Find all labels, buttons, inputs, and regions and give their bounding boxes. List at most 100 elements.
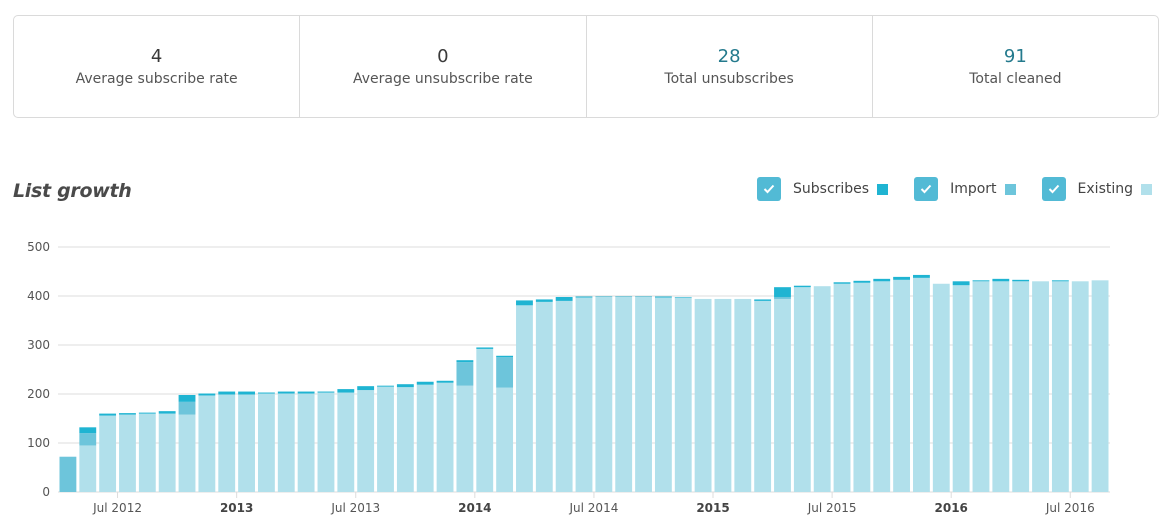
bar-subscribes[interactable] — [377, 386, 394, 387]
stat-value[interactable]: 91 — [1004, 46, 1027, 68]
bar-existing[interactable] — [456, 386, 473, 492]
bar-subscribes[interactable] — [893, 277, 910, 280]
bar-existing[interactable] — [913, 278, 930, 492]
bar-existing[interactable] — [953, 285, 970, 492]
bar-existing[interactable] — [119, 415, 136, 492]
bar-existing[interactable] — [814, 286, 831, 492]
bar-existing[interactable] — [139, 414, 156, 492]
bar-existing[interactable] — [337, 393, 354, 492]
bar-import[interactable] — [496, 357, 513, 387]
bar-import[interactable] — [456, 362, 473, 386]
bar-subscribes[interactable] — [417, 382, 434, 385]
legend-import[interactable]: Import — [914, 177, 1015, 201]
bar-existing[interactable] — [516, 305, 533, 492]
bar-existing[interactable] — [1052, 281, 1069, 492]
bar-existing[interactable] — [496, 388, 513, 492]
bar-subscribes[interactable] — [794, 286, 811, 287]
bar-subscribes[interactable] — [179, 395, 196, 402]
bar-existing[interactable] — [754, 301, 771, 492]
bar-import[interactable] — [79, 433, 96, 445]
bar-subscribes[interactable] — [337, 389, 354, 392]
bar-existing[interactable] — [278, 394, 295, 492]
bar-existing[interactable] — [159, 414, 176, 492]
bar-subscribes[interactable] — [357, 386, 374, 390]
bar-subscribes[interactable] — [278, 392, 295, 394]
bar-subscribes[interactable] — [437, 381, 454, 383]
bar-subscribes[interactable] — [238, 392, 255, 395]
bar-existing[interactable] — [853, 283, 870, 492]
bar-existing[interactable] — [397, 387, 414, 492]
bar-subscribes[interactable] — [159, 411, 176, 413]
bar-subscribes[interactable] — [853, 281, 870, 283]
bar-subscribes[interactable] — [536, 299, 553, 301]
bar-subscribes[interactable] — [198, 394, 215, 396]
bar-existing[interactable] — [99, 416, 116, 492]
bar-subscribes[interactable] — [139, 413, 156, 414]
bar-existing[interactable] — [893, 280, 910, 492]
legend-subscribes[interactable]: Subscribes — [757, 177, 888, 201]
bar-existing[interactable] — [198, 395, 215, 492]
bar-existing[interactable] — [615, 297, 632, 492]
bar-existing[interactable] — [834, 284, 851, 492]
bar-subscribes[interactable] — [79, 427, 96, 433]
checkbox-checked-icon[interactable] — [757, 177, 781, 201]
bar-existing[interactable] — [1032, 281, 1049, 492]
bar-subscribes[interactable] — [218, 392, 235, 395]
bar-existing[interactable] — [873, 281, 890, 492]
bar-subscribes[interactable] — [298, 392, 315, 394]
bar-subscribes[interactable] — [516, 300, 533, 305]
bar-existing[interactable] — [1012, 281, 1029, 492]
bar-subscribes[interactable] — [476, 347, 493, 348]
bar-existing[interactable] — [576, 297, 593, 492]
bar-existing[interactable] — [357, 390, 374, 492]
bar-existing[interactable] — [417, 385, 434, 492]
bar-existing[interactable] — [734, 299, 751, 492]
bar-existing[interactable] — [437, 383, 454, 492]
bar-existing[interactable] — [536, 302, 553, 492]
bar-subscribes[interactable] — [318, 392, 335, 393]
bar-existing[interactable] — [476, 349, 493, 492]
bar-existing[interactable] — [298, 394, 315, 492]
bar-subscribes[interactable] — [99, 414, 116, 416]
bar-import[interactable] — [60, 457, 77, 492]
bar-subscribes[interactable] — [873, 279, 890, 281]
bar-existing[interactable] — [556, 301, 573, 492]
bar-existing[interactable] — [179, 415, 196, 492]
bar-subscribes[interactable] — [834, 282, 851, 283]
bar-subscribes[interactable] — [258, 393, 275, 394]
bar-subscribes[interactable] — [754, 299, 771, 300]
bar-existing[interactable] — [695, 299, 712, 492]
bar-subscribes[interactable] — [1052, 280, 1069, 281]
stat-total-cleaned[interactable]: 91 Total cleaned — [873, 16, 1158, 117]
bar-existing[interactable] — [655, 297, 672, 492]
legend-existing[interactable]: Existing — [1042, 177, 1152, 201]
bar-subscribes[interactable] — [456, 360, 473, 362]
stat-value[interactable]: 28 — [718, 46, 741, 68]
bar-existing[interactable] — [1072, 281, 1089, 492]
bar-existing[interactable] — [258, 394, 275, 492]
bar-existing[interactable] — [635, 297, 652, 492]
bar-existing[interactable] — [992, 281, 1009, 492]
bar-existing[interactable] — [318, 393, 335, 492]
bar-subscribes[interactable] — [973, 280, 990, 281]
bar-subscribes[interactable] — [774, 287, 791, 297]
checkbox-checked-icon[interactable] — [914, 177, 938, 201]
bar-subscribes[interactable] — [655, 296, 672, 297]
bar-existing[interactable] — [774, 299, 791, 492]
bar-existing[interactable] — [794, 287, 811, 492]
bar-existing[interactable] — [715, 299, 732, 492]
bar-existing[interactable] — [377, 387, 394, 492]
bar-subscribes[interactable] — [119, 413, 136, 414]
bar-existing[interactable] — [675, 297, 692, 492]
bar-import[interactable] — [774, 297, 791, 299]
bar-subscribes[interactable] — [992, 279, 1009, 281]
bar-existing[interactable] — [933, 284, 950, 492]
bar-existing[interactable] — [973, 281, 990, 492]
bar-subscribes[interactable] — [1012, 280, 1029, 281]
checkbox-checked-icon[interactable] — [1042, 177, 1066, 201]
bar-existing[interactable] — [595, 297, 612, 492]
bar-import[interactable] — [179, 402, 196, 415]
bar-subscribes[interactable] — [953, 281, 970, 285]
bar-existing[interactable] — [238, 394, 255, 492]
bar-subscribes[interactable] — [576, 296, 593, 297]
